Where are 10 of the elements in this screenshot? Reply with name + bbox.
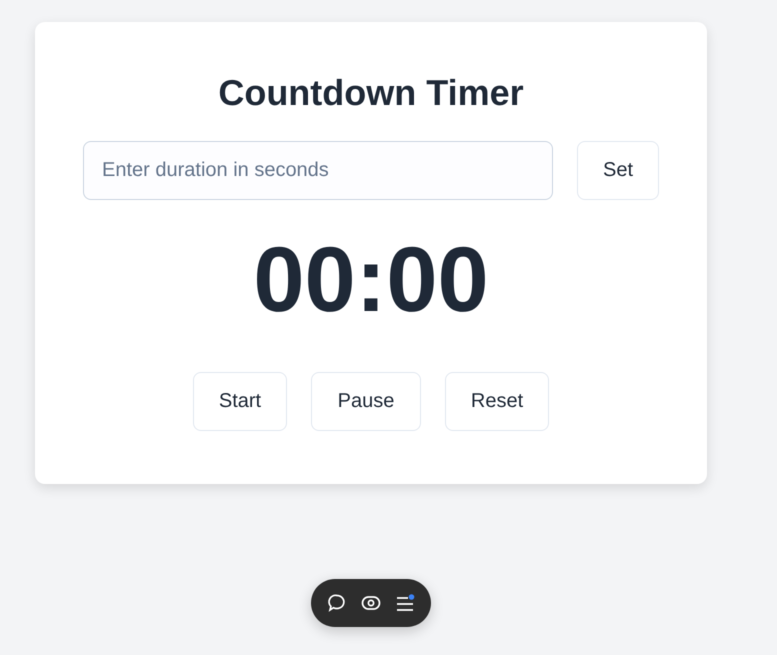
control-button[interactable]: Reset — [445, 372, 549, 431]
timer-title: Countdown Timer — [218, 72, 524, 114]
control-button[interactable]: Pause — [311, 372, 421, 431]
time-display: 00:00 — [253, 230, 489, 330]
menu-icon[interactable] — [395, 594, 415, 612]
chat-bubble-icon[interactable] — [327, 593, 347, 613]
eye-icon[interactable] — [361, 595, 381, 611]
control-button[interactable]: Start — [193, 372, 287, 431]
set-button[interactable]: Set — [577, 141, 659, 200]
duration-input[interactable]: Enter duration in seconds — [83, 141, 553, 200]
